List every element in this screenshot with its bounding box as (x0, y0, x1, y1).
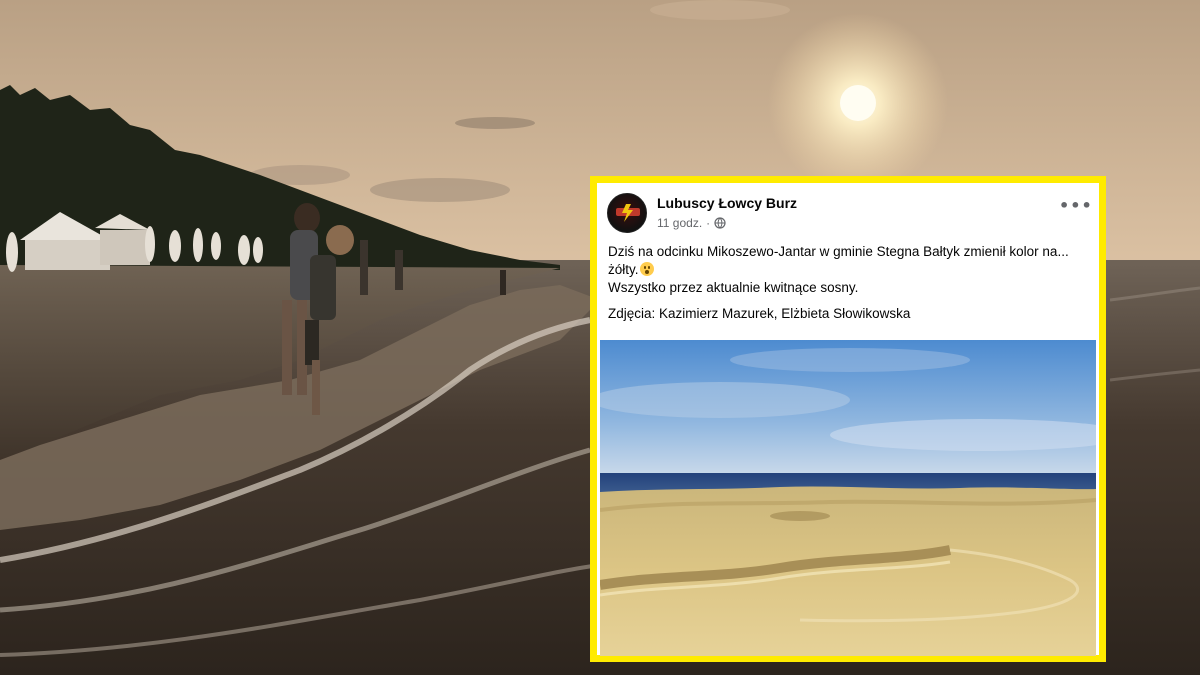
post-meta: 11 godz. · (657, 216, 726, 230)
post-text: Dziś na odcinku Mikoszewo-Jantar w gmini… (608, 243, 1089, 323)
avatar[interactable] (607, 193, 647, 233)
post-line-1: Dziś na odcinku Mikoszewo-Jantar w gmini… (608, 243, 1089, 279)
lightning-logo-icon (616, 204, 640, 222)
astonished-face-icon (639, 262, 654, 276)
globe-icon (714, 217, 726, 229)
post-author[interactable]: Lubuscy Łowcy Burz (657, 195, 797, 211)
facebook-post-card: Lubuscy Łowcy Burz 11 godz. · ••• Dziś n… (590, 176, 1106, 662)
photo-credits: Zdjęcia: Kazimierz Mazurek, Elżbieta Sło… (608, 306, 911, 321)
post-photo-yellow-sea[interactable] (600, 340, 1096, 656)
post-line-2: Wszystko przez aktualnie kwitnące sosny. (608, 280, 859, 295)
meta-separator: · (706, 216, 711, 230)
post-time[interactable]: 11 godz. (657, 216, 702, 230)
post-line-1-text: Dziś na odcinku Mikoszewo-Jantar w gmini… (608, 244, 1069, 277)
post-header: Lubuscy Łowcy Burz 11 godz. · ••• (607, 193, 1092, 241)
more-options-icon[interactable]: ••• (1059, 197, 1092, 217)
